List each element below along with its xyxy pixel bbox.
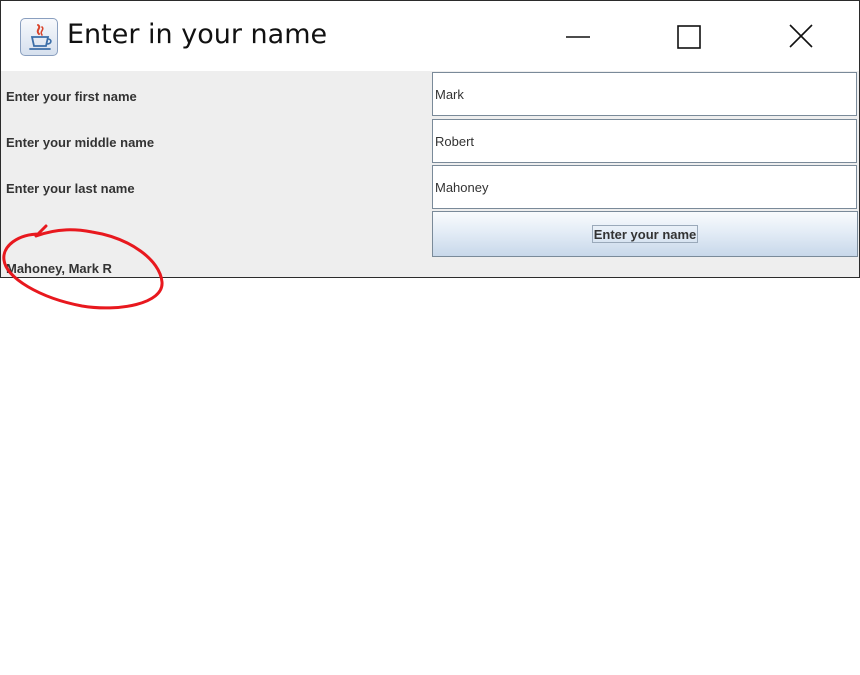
enter-name-button-label: Enter your name xyxy=(591,225,699,243)
result-label: Mahoney, Mark R xyxy=(6,261,112,276)
middle-name-label: Enter your middle name xyxy=(6,135,155,150)
minimize-icon xyxy=(566,36,590,38)
minimize-button[interactable] xyxy=(555,15,601,59)
close-icon xyxy=(789,24,813,48)
last-name-field[interactable] xyxy=(432,165,857,209)
middle-name-field[interactable] xyxy=(432,119,857,163)
maximize-button[interactable] xyxy=(667,15,713,59)
last-name-label: Enter your last name xyxy=(6,181,135,196)
window-title: Enter in your name xyxy=(67,19,328,50)
enter-name-button[interactable]: Enter your name xyxy=(432,211,858,257)
first-name-label: Enter your first name xyxy=(6,89,137,104)
close-button[interactable] xyxy=(779,15,825,59)
first-name-field[interactable] xyxy=(432,72,857,116)
app-window: Enter in your name Enter your first name… xyxy=(0,0,860,278)
java-coffee-cup-icon xyxy=(20,18,58,56)
title-bar[interactable]: Enter in your name xyxy=(1,1,859,71)
maximize-icon xyxy=(677,25,701,49)
